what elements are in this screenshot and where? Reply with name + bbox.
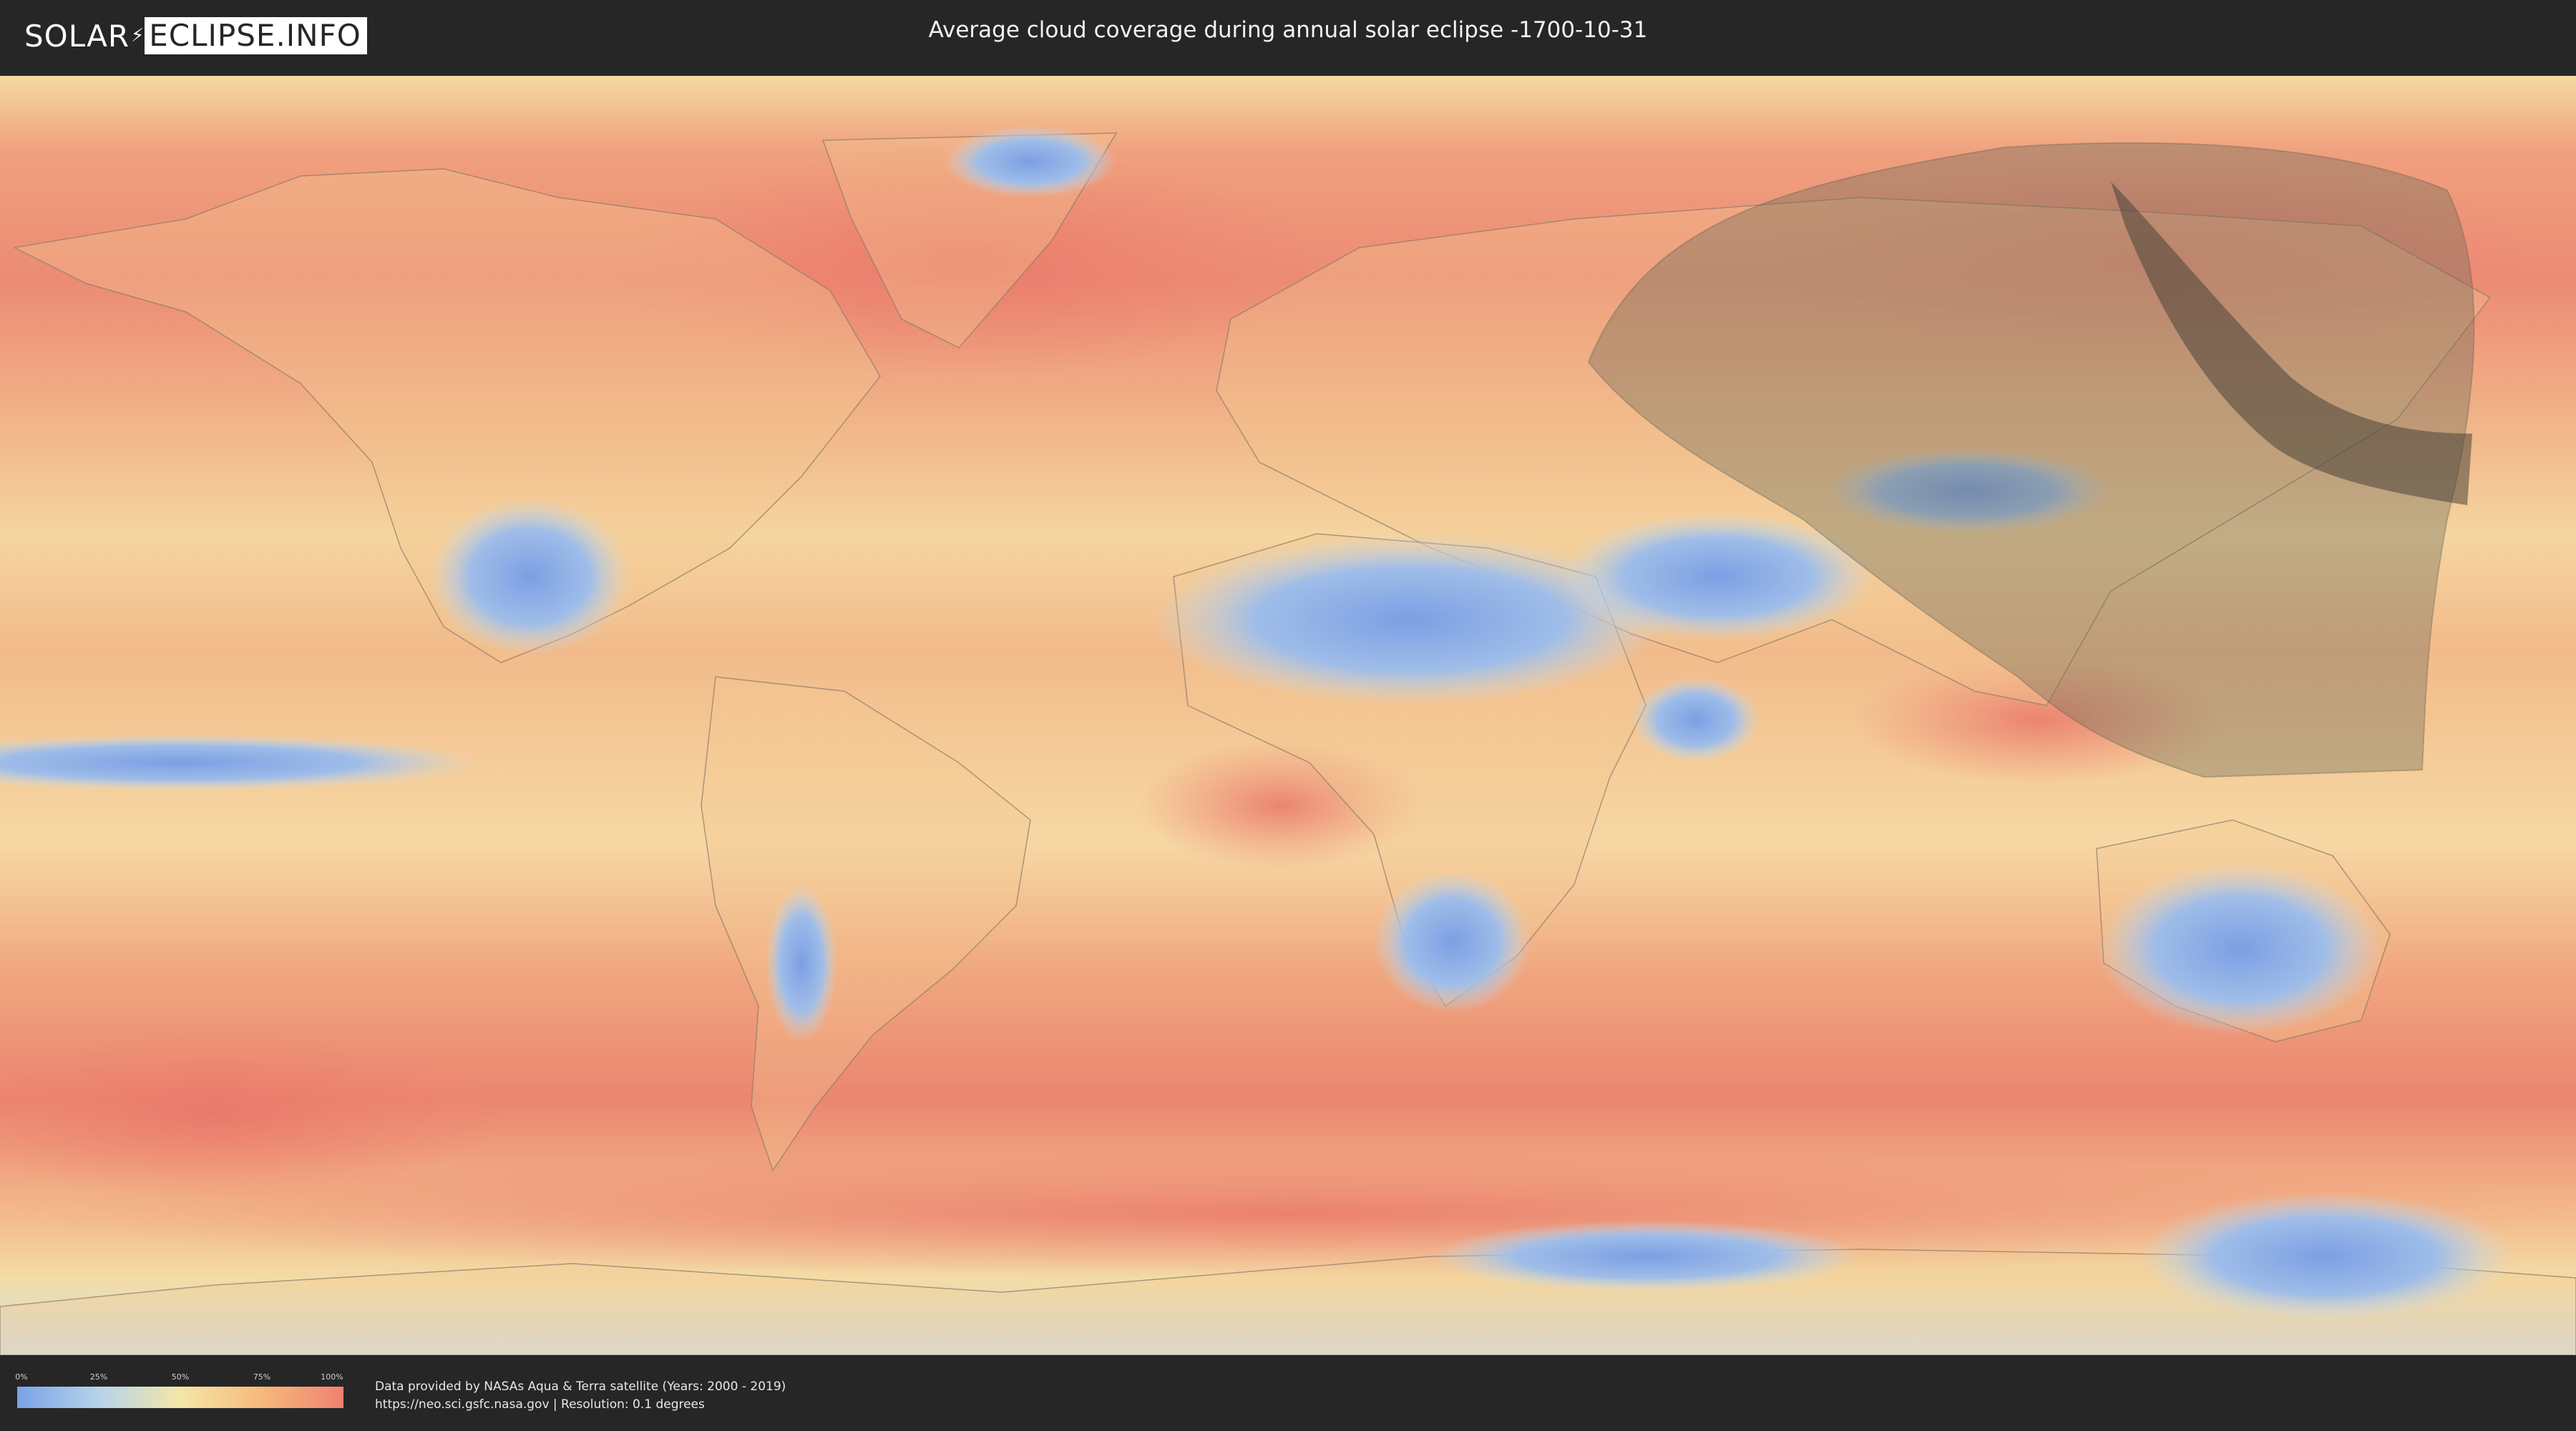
cloud-coverage-map[interactable] (0, 76, 2576, 1355)
cloud-coverage-legend: 0% 25% 50% 75% 100% (15, 1372, 343, 1408)
legend-color-bar (17, 1387, 343, 1408)
legend-tick: 75% (253, 1372, 271, 1382)
data-credits: Data provided by NASAs Aqua & Terra sate… (375, 1378, 786, 1414)
credit-source: Data provided by NASAs Aqua & Terra sate… (375, 1379, 786, 1394)
legend-tick: 0% (15, 1372, 28, 1382)
legend-tick: 25% (89, 1372, 108, 1382)
footer-bar: 0% 25% 50% 75% 100% Data provided by NAS… (0, 1355, 2576, 1431)
credit-url: https://neo.sci.gsfc.nasa.gov | Resoluti… (375, 1397, 705, 1412)
legend-tick: 50% (171, 1372, 190, 1382)
legend-ticks: 0% 25% 50% 75% 100% (15, 1372, 343, 1387)
legend-tick: 100% (321, 1372, 343, 1382)
page-title: Average cloud coverage during annual sol… (928, 17, 1648, 43)
header-bar: SOLAR ⚡ ECLIPSE.INFO Average cloud cover… (0, 0, 2576, 72)
